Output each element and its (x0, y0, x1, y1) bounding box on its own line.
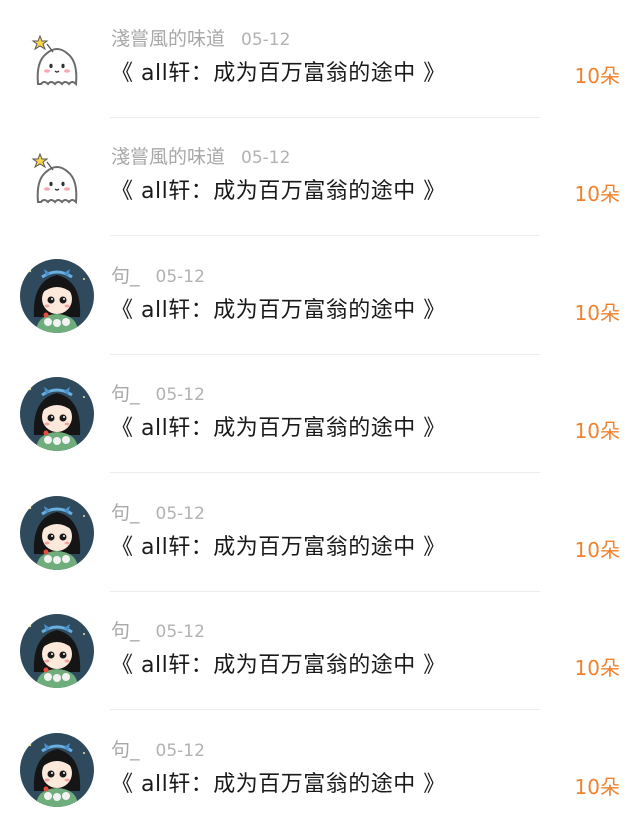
divider (110, 472, 540, 473)
list-item[interactable]: 淺嘗風的味道 05-12 《 all轩：成为百万富翁的途中 》 10朵 (0, 118, 640, 236)
divider (110, 235, 540, 236)
username[interactable]: 句_ (111, 739, 140, 761)
book-title[interactable]: 《 all轩：成为百万富翁的途中 》 (111, 176, 446, 208)
flower-count: 10朵 (574, 538, 620, 562)
post-date: 05-12 (241, 30, 291, 50)
post-date: 05-12 (155, 267, 205, 287)
flower-count: 10朵 (574, 775, 620, 799)
flower-count: 10朵 (574, 419, 620, 443)
username[interactable]: 句_ (111, 620, 140, 642)
girl-avatar-icon[interactable] (20, 259, 94, 333)
user-meta: 淺嘗風的味道 05-12 (111, 144, 290, 170)
ghost-star-icon[interactable] (20, 22, 94, 96)
list-item[interactable]: 淺嘗風的味道 05-12 《 all轩：成为百万富翁的途中 》 10朵 (0, 0, 640, 118)
girl-avatar-icon[interactable] (20, 733, 94, 807)
post-date: 05-12 (155, 385, 205, 405)
list-item[interactable]: 句_ 05-12 《 all轩：成为百万富翁的途中 》 10朵 (0, 237, 640, 355)
user-meta: 句_ 05-12 (111, 500, 205, 526)
book-title[interactable]: 《 all轩：成为百万富翁的途中 》 (111, 58, 446, 90)
girl-avatar-icon[interactable] (20, 614, 94, 688)
user-meta: 句_ 05-12 (111, 618, 205, 644)
flower-count: 10朵 (574, 182, 620, 206)
user-meta: 句_ 05-12 (111, 737, 205, 763)
girl-avatar-icon[interactable] (20, 377, 94, 451)
book-title[interactable]: 《 all轩：成为百万富翁的途中 》 (111, 650, 446, 682)
list-item[interactable]: 句_ 05-12 《 all轩：成为百万富翁的途中 》 10朵 (0, 592, 640, 710)
book-title[interactable]: 《 all轩：成为百万富翁的途中 》 (111, 532, 446, 564)
list-item[interactable]: 句_ 05-12 《 all轩：成为百万富翁的途中 》 10朵 (0, 355, 640, 473)
user-meta: 句_ 05-12 (111, 263, 205, 289)
post-date: 05-12 (155, 504, 205, 524)
flower-count: 10朵 (574, 301, 620, 325)
post-date: 05-12 (155, 622, 205, 642)
post-date: 05-12 (155, 741, 205, 761)
username[interactable]: 句_ (111, 502, 140, 524)
book-title[interactable]: 《 all轩：成为百万富翁的途中 》 (111, 769, 446, 801)
gift-record-list: 淺嘗風的味道 05-12 《 all轩：成为百万富翁的途中 》 10朵 淺嘗風的味… (0, 0, 640, 817)
post-date: 05-12 (241, 148, 291, 168)
list-item[interactable]: 句_ 05-12 《 all轩：成为百万富翁的途中 》 10朵 (0, 474, 640, 592)
girl-avatar-icon[interactable] (20, 496, 94, 570)
book-title[interactable]: 《 all轩：成为百万富翁的途中 》 (111, 295, 446, 327)
flower-count: 10朵 (574, 656, 620, 680)
user-meta: 句_ 05-12 (111, 381, 205, 407)
list-item[interactable]: 句_ 05-12 《 all轩：成为百万富翁的途中 》 10朵 (0, 711, 640, 817)
username[interactable]: 句_ (111, 383, 140, 405)
username[interactable]: 淺嘗風的味道 (111, 146, 225, 168)
ghost-star-icon[interactable] (20, 140, 94, 214)
username[interactable]: 句_ (111, 265, 140, 287)
user-meta: 淺嘗風的味道 05-12 (111, 26, 290, 52)
divider (110, 709, 540, 710)
flower-count: 10朵 (574, 64, 620, 88)
book-title[interactable]: 《 all轩：成为百万富翁的途中 》 (111, 413, 446, 445)
username[interactable]: 淺嘗風的味道 (111, 28, 225, 50)
